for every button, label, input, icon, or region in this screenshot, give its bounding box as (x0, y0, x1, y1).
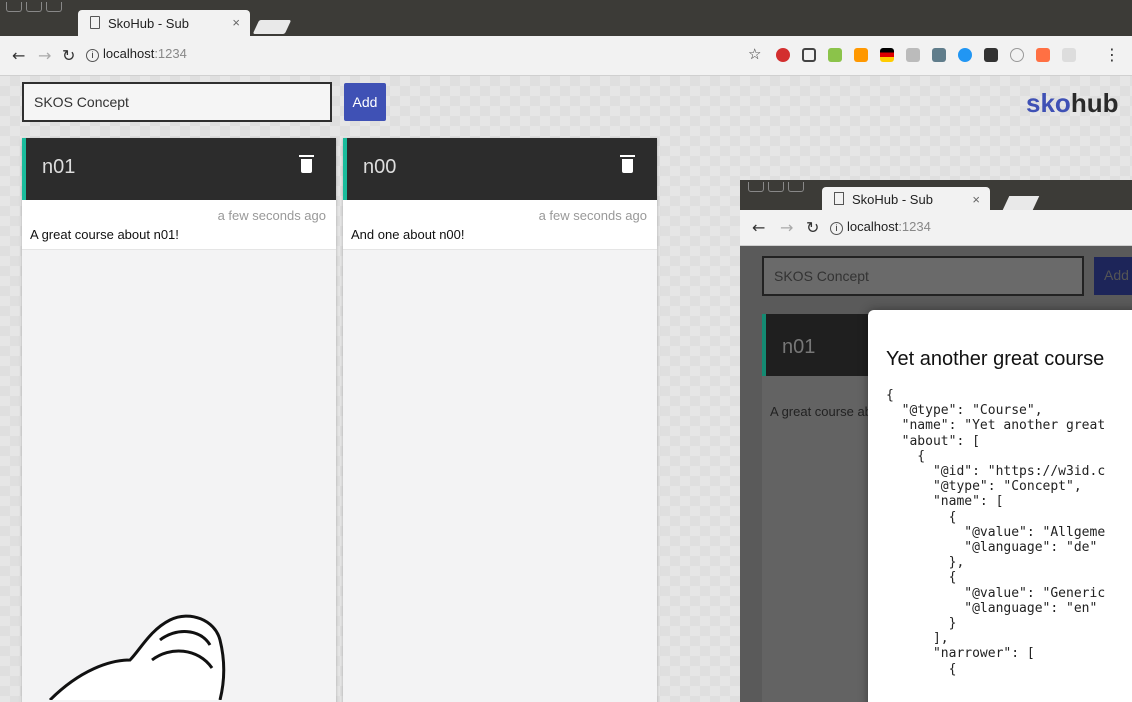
column-title: n01 (42, 156, 76, 178)
screenshot-extension-icon[interactable] (802, 48, 816, 62)
add-button[interactable]: Add (344, 83, 386, 121)
trash-icon[interactable] (620, 155, 635, 173)
browser-toolbar: ← → ↻ i localhost:1234 ☆ ⋮ (0, 36, 1132, 76)
circle-extension-icon[interactable] (1010, 48, 1024, 62)
address-bar[interactable]: i localhost:1234 (830, 217, 1132, 239)
window-minimize-icon[interactable] (26, 2, 42, 12)
course-json: { "@type": "Course", "name": "Yet anothe… (886, 388, 1106, 677)
url-port: :1234 (898, 219, 931, 234)
cursor-hand-icon (48, 614, 226, 700)
reload-icon[interactable]: ↻ (806, 218, 819, 237)
course-detail-modal: Yet another great course { "@type": "Cou… (868, 310, 1132, 702)
card-text: And one about n00! (351, 227, 465, 242)
second-window-titlebar: SkoHub - Sub × (740, 180, 1132, 211)
browser-tab[interactable]: SkoHub - Sub × (78, 10, 250, 36)
concept-input[interactable]: SKOS Concept (762, 256, 1084, 296)
opera-extension-icon[interactable] (776, 48, 790, 62)
concept-column-n00: n00 a few seconds ago And one about n00! (343, 138, 657, 702)
add-button[interactable]: Add (1094, 257, 1132, 295)
forward-icon[interactable]: → (38, 46, 51, 65)
browser-toolbar: ← → ↻ i localhost:1234 (740, 210, 1132, 246)
menu-icon[interactable]: ⋮ (1104, 45, 1120, 64)
modal-title: Yet another great course (886, 348, 1105, 370)
new-tab-button[interactable] (252, 20, 292, 34)
tab-close-icon[interactable]: × (232, 15, 240, 30)
new-tab-button[interactable] (1002, 196, 1040, 210)
card-timestamp: a few seconds ago (217, 208, 326, 223)
concept-column-n01: n01 A great course about n01! (762, 314, 919, 702)
pocket-extension-icon[interactable] (984, 48, 998, 62)
window-close-icon[interactable] (748, 182, 764, 192)
url-host: localhost (103, 46, 155, 61)
card-timestamp: a few seconds ago (538, 208, 647, 223)
concept-input-placeholder: SKOS Concept (34, 94, 129, 110)
tab-close-icon[interactable]: × (972, 192, 980, 207)
tab-title: SkoHub - Sub (852, 192, 933, 207)
url-host: localhost (847, 219, 899, 234)
bookmark-star-icon[interactable]: ☆ (748, 45, 761, 63)
course-card[interactable]: a few seconds ago And one about n00! (343, 200, 657, 250)
column-title: n01 (762, 314, 872, 376)
info-icon[interactable]: i (830, 222, 843, 235)
back-icon[interactable]: ← (12, 46, 25, 65)
column-header: n00 (343, 138, 657, 200)
js-extension-icon[interactable] (828, 48, 842, 62)
page-icon (90, 16, 100, 29)
window-maximize-icon[interactable] (788, 182, 804, 192)
card-text: A great course about n01! (30, 227, 179, 242)
concept-input-placeholder: SKOS Concept (774, 268, 869, 284)
blank-extension-icon[interactable] (1062, 48, 1076, 62)
code-extension-icon[interactable] (906, 48, 920, 62)
concept-input[interactable]: SKOS Concept (22, 82, 332, 122)
off-extension-icon[interactable] (1036, 48, 1050, 62)
trash-icon[interactable] (299, 155, 314, 173)
back-icon[interactable]: ← (752, 218, 765, 237)
window-minimize-icon[interactable] (768, 182, 784, 192)
window-titlebar: SkoHub - Sub × (0, 0, 1132, 36)
reader-extension-icon[interactable] (854, 48, 868, 62)
skohub-logo: skohub (1026, 88, 1119, 118)
tab-title: SkoHub - Sub (108, 16, 189, 31)
address-bar[interactable]: i localhost:1234 (86, 44, 766, 66)
window-maximize-icon[interactable] (46, 2, 62, 12)
browser-tab[interactable]: SkoHub - Sub × (822, 187, 990, 211)
forward-icon[interactable]: → (780, 218, 793, 237)
notes-extension-icon[interactable] (932, 48, 946, 62)
info-icon[interactable]: i (86, 49, 99, 62)
column-title: n00 (363, 156, 397, 178)
column-header: n01 (22, 138, 336, 200)
course-card[interactable]: a few seconds ago A great course about n… (22, 200, 336, 250)
page-icon (834, 192, 844, 205)
reload-icon[interactable]: ↻ (62, 46, 75, 65)
window-close-icon[interactable] (6, 2, 22, 12)
url-port: :1234 (154, 46, 187, 61)
r-extension-icon[interactable] (958, 48, 972, 62)
german-flag-icon[interactable] (880, 48, 894, 62)
